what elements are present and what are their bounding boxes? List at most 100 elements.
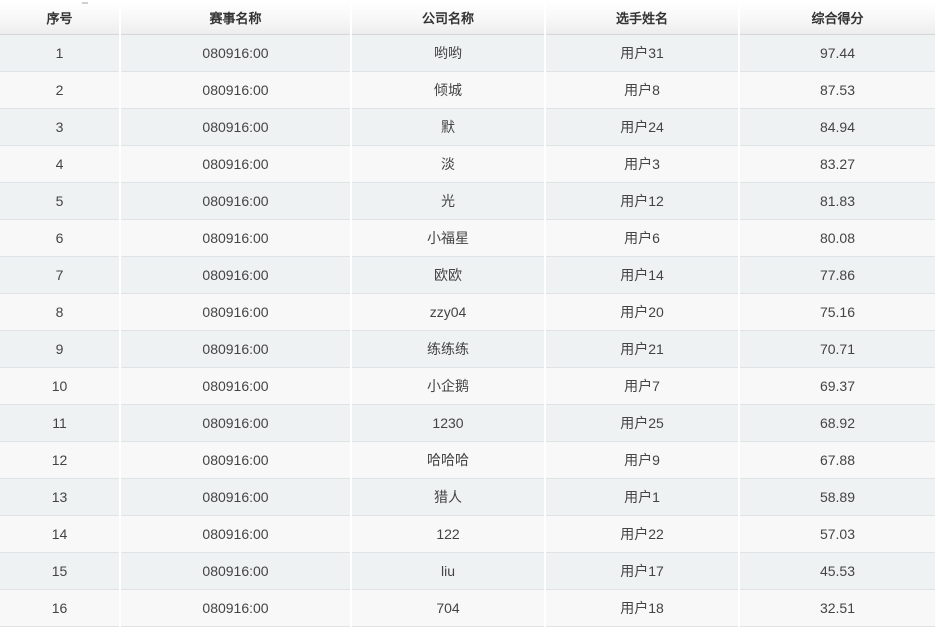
table-header: 序号 赛事名称 公司名称 选手姓名 综合得分 xyxy=(0,2,935,35)
cell-index: 1 xyxy=(0,34,121,72)
cell-total-score: 87.53 xyxy=(739,71,935,109)
cell-player-name: 用户8 xyxy=(545,71,740,109)
cell-player-name: 用户7 xyxy=(545,367,740,405)
table-row: 1 080916:00 哟哟 用户31 97.44 xyxy=(0,34,935,72)
cell-index: 2 xyxy=(0,71,121,109)
cell-player-name: 用户14 xyxy=(545,256,740,294)
cell-company-name: 欧欧 xyxy=(351,256,546,294)
cell-event-name: 080916:00 xyxy=(120,256,352,294)
cell-total-score: 97.44 xyxy=(739,34,935,72)
cell-event-name: 080916:00 xyxy=(120,367,352,405)
cell-player-name: 用户3 xyxy=(545,145,740,183)
cell-total-score: 70.71 xyxy=(739,330,935,368)
cell-company-name: 练练练 xyxy=(351,330,546,368)
cell-company-name: 淡 xyxy=(351,145,546,183)
cell-company-name: 哟哟 xyxy=(351,34,546,72)
table-body: 1 080916:00 哟哟 用户31 97.44 2 080916:00 倾城 用户8 87.5… xyxy=(0,34,935,627)
cell-total-score: 83.27 xyxy=(739,145,935,183)
cell-player-name: 用户6 xyxy=(545,219,740,257)
cell-index: 11 xyxy=(0,404,121,442)
table-row: 14 080916:00 122 用户22 57.03 xyxy=(0,515,935,553)
cell-index: 4 xyxy=(0,145,121,183)
cell-event-name: 080916:00 xyxy=(120,330,352,368)
cell-player-name: 用户21 xyxy=(545,330,740,368)
cell-player-name: 用户17 xyxy=(545,552,740,590)
ranking-table-view: 序号 赛事名称 公司名称 选手姓名 综合得分 1 080916:00 哟哟 用户31 9… xyxy=(0,2,935,630)
cell-company-name: zzy04 xyxy=(351,293,546,331)
cell-company-name: 小企鹅 xyxy=(351,367,546,405)
cell-player-name: 用户12 xyxy=(545,182,740,220)
cell-index: 5 xyxy=(0,182,121,220)
cell-company-name: liu xyxy=(351,552,546,590)
cell-company-name: 默 xyxy=(351,108,546,146)
cell-player-name: 用户25 xyxy=(545,404,740,442)
table-row: 13 080916:00 猎人 用户1 58.89 xyxy=(0,478,935,516)
cell-player-name: 用户20 xyxy=(545,293,740,331)
cell-player-name: 用户18 xyxy=(545,589,740,627)
table-row: 8 080916:00 zzy04 用户20 75.16 xyxy=(0,293,935,331)
cell-event-name: 080916:00 xyxy=(120,589,352,627)
cell-player-name: 用户9 xyxy=(545,441,740,479)
cell-total-score: 80.08 xyxy=(739,219,935,257)
cell-event-name: 080916:00 xyxy=(120,182,352,220)
cell-index: 6 xyxy=(0,219,121,257)
header-player-name: 选手姓名 xyxy=(545,2,740,35)
table-row: 2 080916:00 倾城 用户8 87.53 xyxy=(0,71,935,109)
cell-total-score: 69.37 xyxy=(739,367,935,405)
cell-event-name: 080916:00 xyxy=(120,478,352,516)
cell-company-name: 倾城 xyxy=(351,71,546,109)
cell-index: 3 xyxy=(0,108,121,146)
cell-event-name: 080916:00 xyxy=(120,404,352,442)
cell-company-name: 哈哈哈 xyxy=(351,441,546,479)
cell-player-name: 用户1 xyxy=(545,478,740,516)
decorative-notch xyxy=(82,2,88,4)
cell-player-name: 用户22 xyxy=(545,515,740,553)
cell-event-name: 080916:00 xyxy=(120,293,352,331)
ranking-table: 序号 赛事名称 公司名称 选手姓名 综合得分 1 080916:00 哟哟 用户31 9… xyxy=(0,2,935,627)
cell-event-name: 080916:00 xyxy=(120,219,352,257)
cell-total-score: 77.86 xyxy=(739,256,935,294)
cell-company-name: 122 xyxy=(351,515,546,553)
cell-event-name: 080916:00 xyxy=(120,515,352,553)
cell-event-name: 080916:00 xyxy=(120,108,352,146)
table-row: 3 080916:00 默用户24 84.94 xyxy=(0,108,935,146)
cell-index: 15 xyxy=(0,552,121,590)
cell-total-score: 57.03 xyxy=(739,515,935,553)
cell-index: 14 xyxy=(0,515,121,553)
cell-company-name: 光 xyxy=(351,182,546,220)
cell-total-score: 32.51 xyxy=(739,589,935,627)
cell-total-score: 75.16 xyxy=(739,293,935,331)
cell-total-score: 81.83 xyxy=(739,182,935,220)
cell-company-name: 1230 xyxy=(351,404,546,442)
cell-total-score: 45.53 xyxy=(739,552,935,590)
cell-company-name: 小福星 xyxy=(351,219,546,257)
table-row: 6 080916:00 小福星 用户6 80.08 xyxy=(0,219,935,257)
table-row: 4 080916:00 淡用户3 83.27 xyxy=(0,145,935,183)
cell-event-name: 080916:00 xyxy=(120,34,352,72)
cell-player-name: 用户31 xyxy=(545,34,740,72)
cell-event-name: 080916:00 xyxy=(120,552,352,590)
cell-index: 16 xyxy=(0,589,121,627)
cell-total-score: 67.88 xyxy=(739,441,935,479)
cell-event-name: 080916:00 xyxy=(120,441,352,479)
cell-index: 13 xyxy=(0,478,121,516)
cell-total-score: 58.89 xyxy=(739,478,935,516)
header-total-score: 综合得分 xyxy=(739,2,935,35)
cell-index: 8 xyxy=(0,293,121,331)
cell-company-name: 猎人 xyxy=(351,478,546,516)
cell-event-name: 080916:00 xyxy=(120,145,352,183)
header-company-name: 公司名称 xyxy=(351,2,546,35)
table-row: 11 080916:00 1230 用户25 68.92 xyxy=(0,404,935,442)
header-row: 序号 赛事名称 公司名称 选手姓名 综合得分 xyxy=(0,2,935,35)
cell-player-name: 用户24 xyxy=(545,108,740,146)
cell-company-name: 704 xyxy=(351,589,546,627)
table-row: 5 080916:00 光用户12 81.83 xyxy=(0,182,935,220)
table-row: 7 080916:00 欧欧 用户14 77.86 xyxy=(0,256,935,294)
cell-index: 7 xyxy=(0,256,121,294)
cell-total-score: 68.92 xyxy=(739,404,935,442)
cell-index: 9 xyxy=(0,330,121,368)
table-row: 10 080916:00 小企鹅 用户7 69.37 xyxy=(0,367,935,405)
table-row: 12 080916:00 哈哈哈 用户9 67.88 xyxy=(0,441,935,479)
table-row: 15 080916:00 liu 用户17 45.53 xyxy=(0,552,935,590)
cell-index: 10 xyxy=(0,367,121,405)
